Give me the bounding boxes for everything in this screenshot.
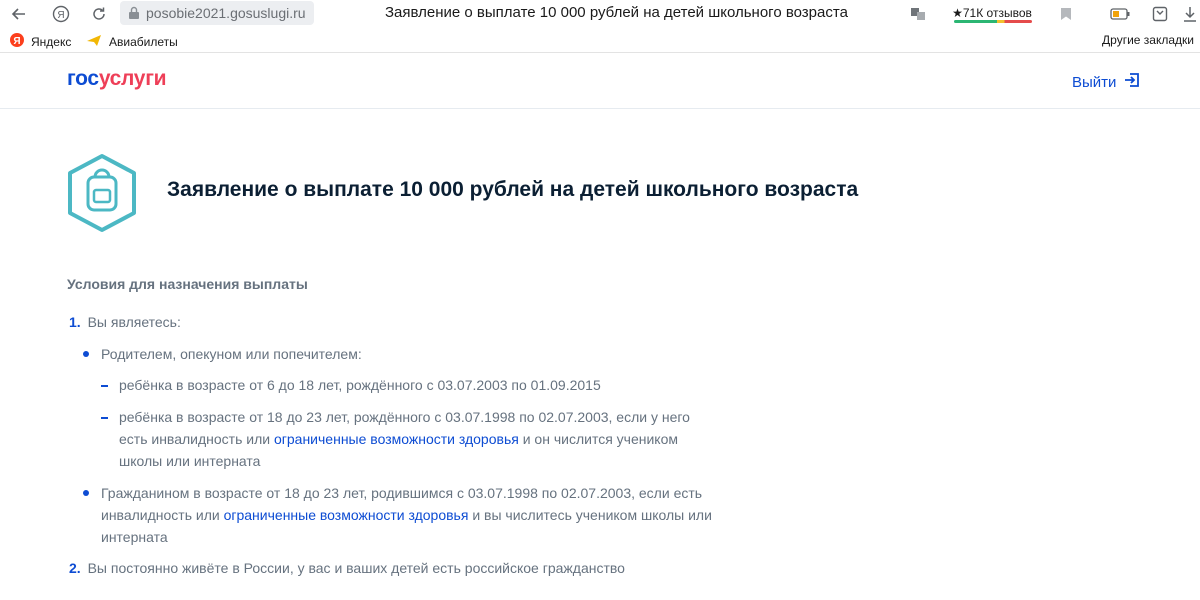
battery-icon[interactable] bbox=[1110, 4, 1130, 24]
condition-item-1: 1. Вы являетесь: bbox=[69, 314, 181, 330]
logo-part-gos: гос bbox=[67, 67, 99, 90]
bookmarks-bar: Я Яндекс Авиабилеты Другие закладки bbox=[0, 28, 1200, 53]
yandex-browser-icon[interactable]: Я bbox=[50, 3, 72, 25]
reload-icon[interactable] bbox=[88, 3, 110, 25]
sub-item-text: ребёнка в возрасте от 18 до 23 лет, рожд… bbox=[119, 406, 719, 472]
back-arrow-icon[interactable] bbox=[8, 3, 30, 25]
logo-part-uslugi: услуги bbox=[98, 67, 167, 90]
logout-label: Выйти bbox=[1072, 73, 1117, 91]
sub-item-text: ребёнка в возрасте от 6 до 18 лет, рождё… bbox=[119, 377, 601, 393]
health-limitations-link[interactable]: ограниченные возможности здоровья bbox=[224, 507, 469, 523]
collections-icon[interactable] bbox=[1150, 4, 1170, 24]
tab-title: Заявление о выплате 10 000 рублей на дет… bbox=[385, 4, 848, 21]
bullet-dot bbox=[83, 351, 89, 357]
bullet-dot bbox=[83, 490, 89, 496]
yandex-icon: Я bbox=[10, 33, 24, 50]
section-title: Условия для назначения выплаты bbox=[67, 276, 308, 292]
item-number: 1. bbox=[69, 314, 81, 330]
logout-button[interactable]: Выйти bbox=[1072, 72, 1140, 92]
svg-text:Я: Я bbox=[57, 10, 64, 21]
logout-icon bbox=[1124, 72, 1140, 92]
health-limitations-link[interactable]: ограниченные возможности здоровья bbox=[274, 431, 519, 447]
dash-marker bbox=[101, 385, 108, 387]
bullet-text: Родителем, опекуном или попечителем: bbox=[101, 346, 362, 362]
lock-icon bbox=[128, 6, 140, 23]
bookmark-flag-icon[interactable] bbox=[1056, 4, 1076, 24]
bookmark-yandex[interactable]: Я Яндекс bbox=[10, 33, 71, 50]
browser-toolbar: Я posobie2021.gosuslugi.ru Заявление о в… bbox=[0, 0, 1200, 28]
condition-item-2: 2. Вы постоянно живёте в России, у вас и… bbox=[69, 560, 625, 576]
address-bar[interactable]: posobie2021.gosuslugi.ru bbox=[120, 1, 314, 25]
item-text: Вы являетесь: bbox=[87, 314, 181, 330]
gosuslugi-logo[interactable]: госуслуги bbox=[67, 67, 167, 91]
url-text: posobie2021.gosuslugi.ru bbox=[146, 5, 306, 21]
page-title: Заявление о выплате 10 000 рублей на дет… bbox=[167, 178, 859, 201]
backpack-icon bbox=[64, 152, 140, 239]
site-header: госуслуги Выйти bbox=[0, 53, 1200, 109]
download-icon[interactable] bbox=[1180, 4, 1200, 24]
bookmark-avia[interactable]: Авиабилеты bbox=[86, 33, 178, 50]
item-text: Вы постоянно живёте в России, у вас и ва… bbox=[87, 560, 625, 576]
bookmark-label: Яндекс bbox=[31, 34, 72, 49]
other-bookmarks[interactable]: Другие закладки bbox=[1102, 33, 1194, 47]
bookmark-label: Авиабилеты bbox=[109, 34, 178, 49]
item-number: 2. bbox=[69, 560, 81, 576]
translate-icon[interactable] bbox=[908, 4, 928, 24]
svg-text:Я: Я bbox=[13, 36, 20, 47]
plane-icon bbox=[86, 33, 102, 50]
dash-marker bbox=[101, 417, 108, 419]
bullet-text: Гражданином в возрасте от 18 до 23 лет, … bbox=[101, 482, 721, 548]
rating-bar bbox=[954, 20, 1032, 23]
